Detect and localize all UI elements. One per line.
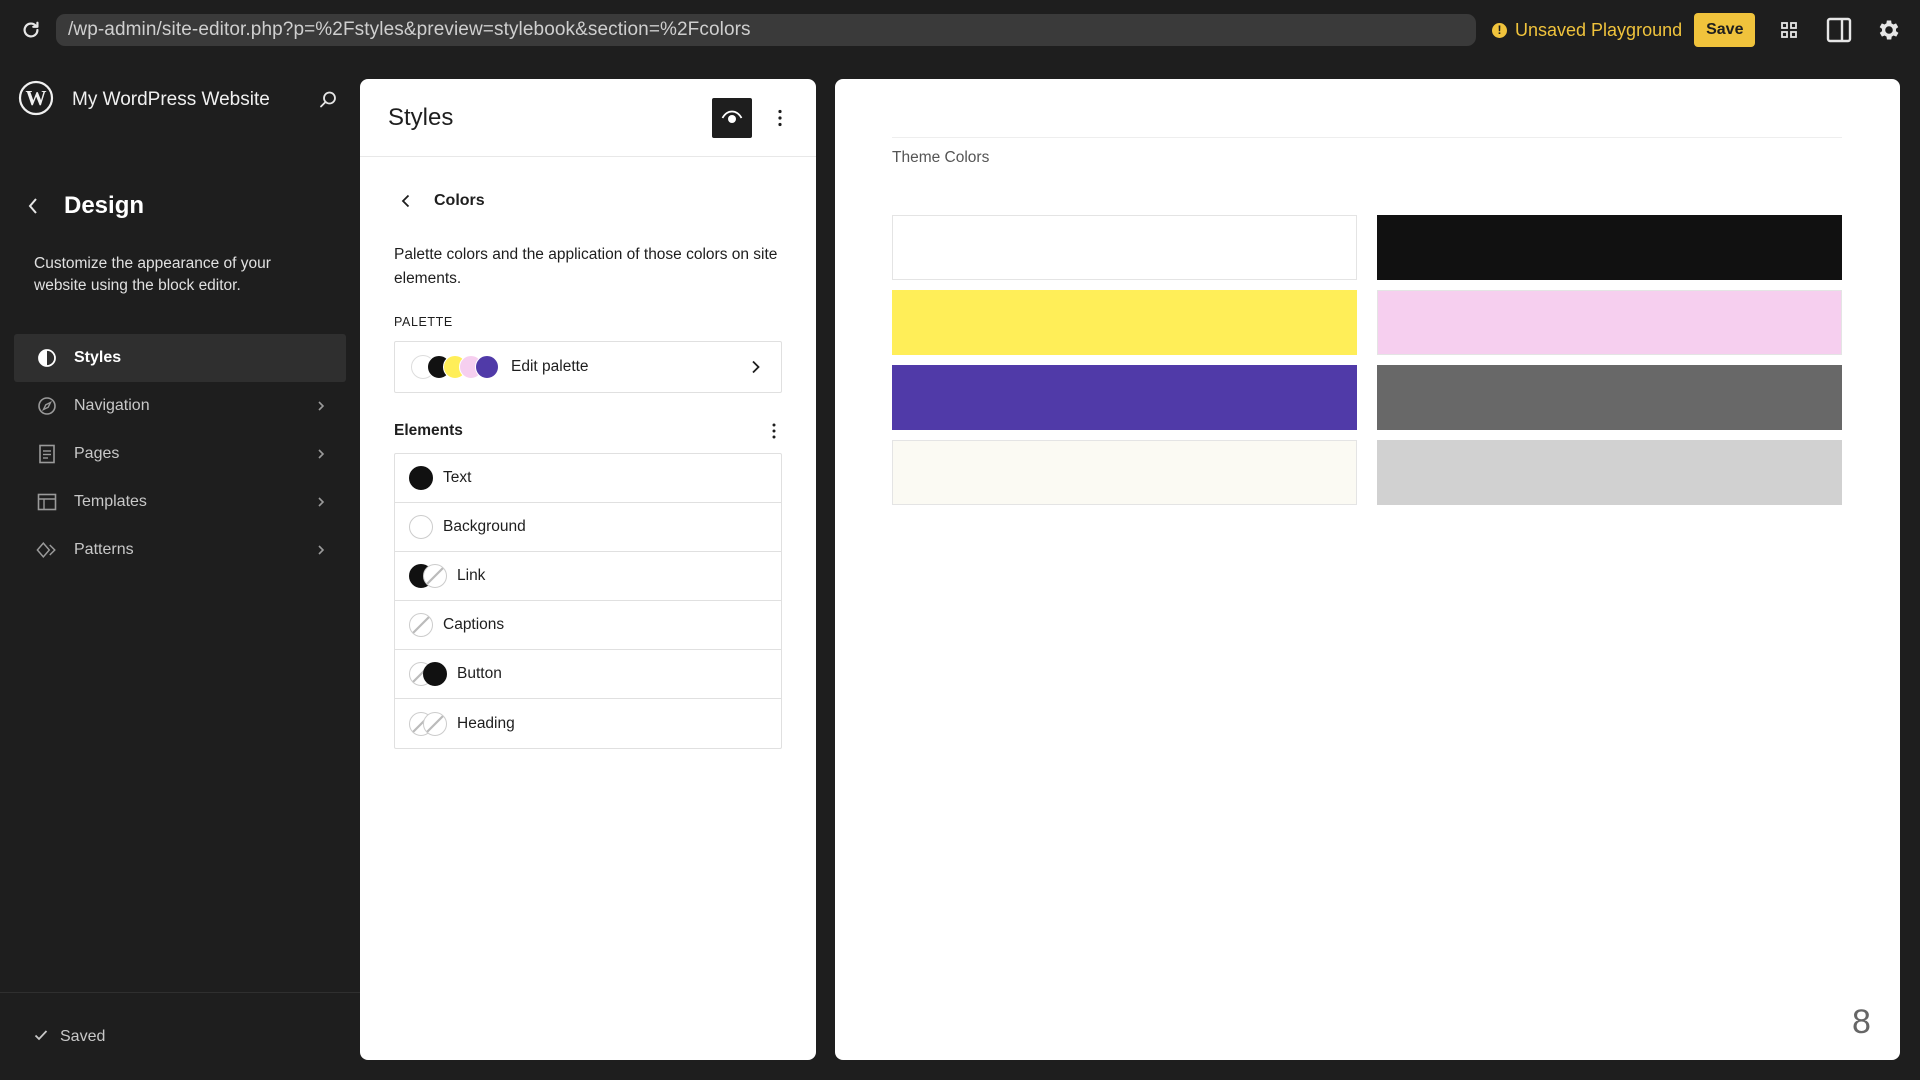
browser-toolbar: /wp-admin/site-editor.php?p=%2Fstyles&pr… [0,0,1920,60]
warning-icon: ! [1492,22,1507,38]
chevron-right-icon [747,359,763,375]
element-heading[interactable]: Heading [395,699,781,748]
page-number: 8 [1852,1003,1871,1041]
chevron-right-icon [314,447,328,461]
colors-description: Palette colors and the application of th… [394,246,778,287]
more-options-icon[interactable] [770,98,790,138]
back-chevron-icon[interactable] [22,195,44,217]
color-indicator [409,564,447,588]
colors-header: Colors [360,179,816,223]
back-chevron-icon[interactable] [398,193,414,209]
element-button[interactable]: Button [395,650,781,699]
unsaved-status[interactable]: ! Unsaved Playground [1492,20,1682,41]
compass-icon [36,395,58,417]
element-label: Background [443,518,526,535]
sidebar-item-navigation[interactable]: Navigation [14,382,346,430]
element-text[interactable]: Text [395,454,781,503]
element-label: Link [457,567,486,584]
styles-panel-header: Styles [360,79,816,157]
element-label: Text [443,469,472,486]
check-icon [34,1028,48,1046]
elements-list: Text Background Link Captions Button Hea… [394,453,782,749]
elements-title: Elements [394,422,463,439]
wordpress-logo-icon[interactable]: W [18,80,54,121]
page-icon [36,443,58,465]
contrast-icon [36,347,58,369]
chevron-right-icon [314,399,328,413]
color-swatch[interactable] [892,215,1357,280]
saved-label: Saved [60,1027,106,1045]
color-swatch[interactable] [1377,215,1842,280]
elements-options-icon[interactable] [766,419,782,443]
site-header: W My WordPress Website [18,80,343,120]
color-indicator [409,613,433,637]
color-indicator [409,515,433,539]
palette-swatches [411,355,499,379]
color-indicator [409,662,447,686]
edit-palette-button[interactable]: Edit palette [394,341,782,393]
color-swatch[interactable] [1377,290,1842,355]
color-swatch[interactable] [892,440,1357,505]
sidebar-item-label: Patterns [74,541,134,558]
color-indicator [409,711,447,736]
colors-title: Colors [434,192,485,209]
reload-icon[interactable] [16,15,46,45]
sidebar-item-label: Pages [74,445,120,462]
element-captions[interactable]: Captions [395,601,781,650]
color-swatch[interactable] [1377,365,1842,430]
theme-colors-heading: Theme Colors [892,149,990,166]
layout-icon [36,491,58,513]
palette-swatch [475,355,499,379]
url-input[interactable]: /wp-admin/site-editor.php?p=%2Fstyles&pr… [56,14,1476,46]
design-description: Customize the appearance of your website… [34,255,271,294]
design-header: Design [22,192,144,220]
save-status: Saved [0,992,360,1080]
design-navigation: Styles Navigation Pages Templates Patter… [14,334,346,574]
elements-header: Elements [394,419,782,443]
element-link[interactable]: Link [395,552,781,601]
settings-gear-icon[interactable] [1873,14,1905,46]
sidebar-item-label: Templates [74,493,147,510]
design-sidebar: W My WordPress Website Design Customize … [0,60,360,1080]
grid-icon[interactable] [1773,14,1805,46]
sidebar-item-styles[interactable]: Styles [14,334,346,382]
sidebar-toggle-icon[interactable] [1823,14,1855,46]
sidebar-item-label: Styles [74,349,122,366]
diamond-icon [36,539,58,561]
styles-panel: Styles Colors Palette colors and the app… [360,79,816,1060]
color-indicator [409,466,433,490]
element-background[interactable]: Background [395,503,781,552]
style-book-eye-button[interactable] [712,97,752,138]
sidebar-item-patterns[interactable]: Patterns [14,526,346,574]
svg-text:W: W [26,86,47,110]
color-swatch[interactable] [892,365,1357,430]
color-swatch[interactable] [1377,440,1842,505]
search-icon[interactable] [313,85,343,115]
page-title: Design [64,192,145,219]
sidebar-item-pages[interactable]: Pages [14,430,346,478]
style-book-preview: Theme Colors 8 [835,79,1900,1060]
chevron-right-icon [314,543,328,557]
edit-palette-label: Edit palette [511,358,589,375]
palette-label: PALETTE [394,315,453,329]
site-title[interactable]: My WordPress Website [72,89,270,111]
theme-color-swatches [892,215,1842,505]
element-label: Heading [457,714,515,732]
unsaved-label: Unsaved Playground [1515,19,1683,40]
element-label: Button [457,665,502,682]
styles-title: Styles [388,103,454,131]
element-label: Captions [443,616,505,633]
save-button[interactable]: Save [1694,13,1756,47]
sidebar-item-templates[interactable]: Templates [14,478,346,526]
chevron-right-icon [314,495,328,509]
sidebar-item-label: Navigation [74,397,150,414]
eye-icon [721,110,743,123]
color-swatch[interactable] [892,290,1357,355]
divider [892,137,1842,138]
